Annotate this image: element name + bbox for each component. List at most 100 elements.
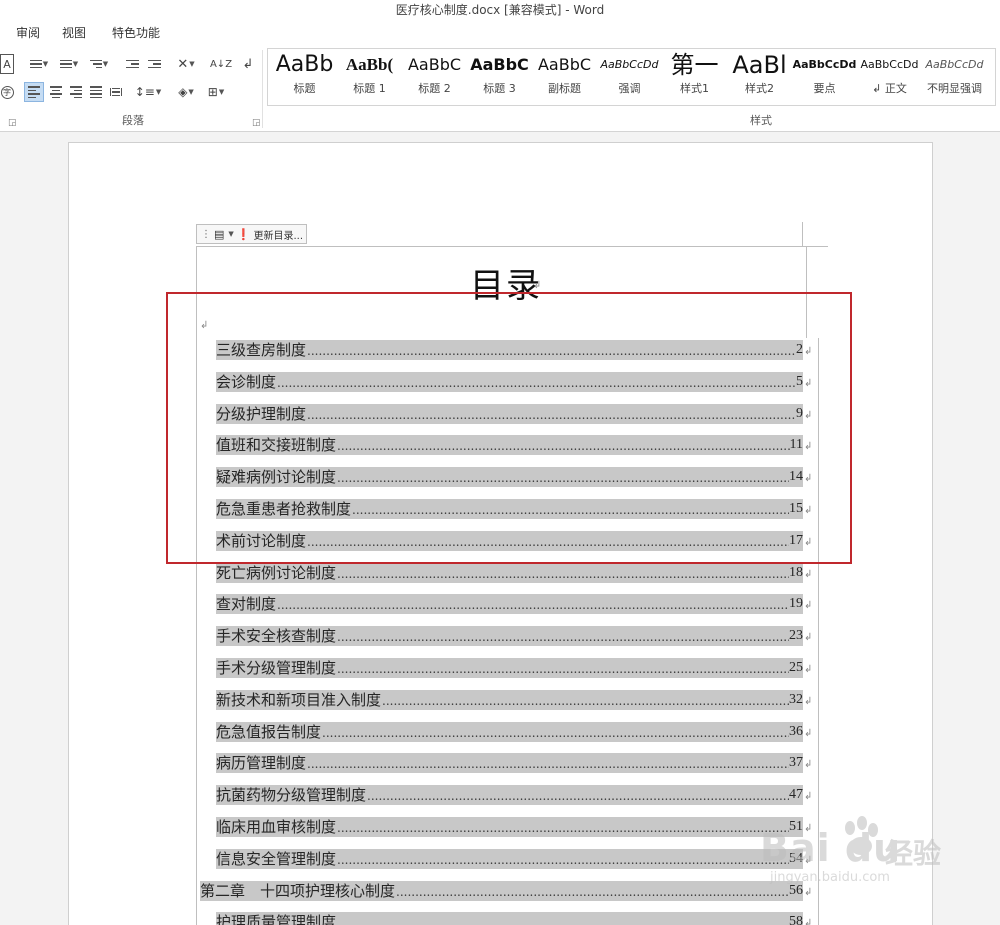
toc-entry[interactable]: 护理质量管理制度................................…: [216, 912, 803, 925]
shading-button[interactable]: ◈ ▼: [172, 82, 200, 102]
styles-gallery: AaBb 标题 AaBb( 标题 1 AaBbC 标题 2 AaBbC 标题 3…: [267, 48, 996, 106]
tab-special-features[interactable]: 特色功能: [112, 24, 160, 41]
increase-indent-button[interactable]: [146, 54, 162, 74]
update-toc-button[interactable]: 更新目录...: [254, 227, 304, 242]
multilevel-list-icon: [89, 59, 102, 69]
group-label-paragraph: 段落: [122, 114, 144, 127]
toc-entry-page: 18: [789, 564, 803, 580]
style-normal[interactable]: AaBbCcDd ↲ 正文: [857, 49, 922, 105]
borders-button[interactable]: ⊞ ▼: [202, 82, 230, 102]
toc-entry-title: 危急值报告制度: [216, 722, 322, 741]
toc-entry[interactable]: 临床用血审核制度................................…: [216, 817, 803, 837]
toc-entry[interactable]: 危急值报告制度.................................…: [216, 721, 803, 742]
tab-review[interactable]: 审阅: [16, 24, 40, 41]
multilevel-list-button[interactable]: ▼: [86, 54, 112, 74]
align-right-button[interactable]: [66, 82, 86, 102]
style-emphasis[interactable]: AaBbCcDd 强调: [597, 49, 662, 105]
toc-dot-leader: ........................................…: [367, 789, 789, 804]
toc-entry[interactable]: 手术分级管理制度................................…: [216, 658, 803, 678]
align-right-icon: [70, 86, 82, 98]
toc-dot-leader: ........................................…: [337, 821, 789, 835]
paragraph-mark-icon: ↲: [804, 568, 813, 580]
distributed-icon: [110, 87, 122, 97]
toc-entry[interactable]: 死亡病例讨论制度................................…: [216, 562, 803, 583]
toc-entry-title: 手术分级管理制度: [216, 659, 337, 677]
toc-menu-icon[interactable]: ▤: [214, 228, 224, 241]
align-center-button[interactable]: [46, 82, 66, 102]
paragraph-mark-icon: ↲: [804, 918, 813, 925]
toc-chapter-entry[interactable]: 第二章 十四项护理核心制度...........................…: [200, 880, 803, 901]
toc-entry-title: 护理质量管理制度: [216, 913, 337, 925]
line-spacing-icon: ↕≡: [134, 85, 155, 99]
window-title: 医疗核心制度.docx [兼容模式] - Word: [0, 0, 1000, 20]
toc-entry-title: 病历管理制度: [216, 754, 307, 773]
toc-entry-title: 新技术和新项目准入制度: [216, 690, 382, 709]
style-style2[interactable]: AaBl 样式2: [727, 49, 792, 105]
style-heading-2[interactable]: AaBbC 标题 2: [402, 49, 467, 105]
watermark-url: jingyan.baidu.com: [770, 870, 890, 885]
line-spacing-button[interactable]: ↕≡ ▼: [134, 82, 162, 102]
toc-entry-page: 58: [789, 914, 803, 925]
distributed-button[interactable]: [106, 82, 126, 102]
toc-entry[interactable]: 手术安全核查制度................................…: [216, 626, 803, 647]
toc-dot-leader: ........................................…: [307, 757, 789, 772]
toc-entry[interactable]: 新技术和新项目准入制度.............................…: [216, 689, 803, 710]
toc-entry-title: 信息安全管理制度: [216, 849, 337, 868]
toc-dot-leader: ........................................…: [337, 630, 789, 645]
justify-button[interactable]: [86, 82, 106, 102]
toc-entry[interactable]: 信息安全管理制度................................…: [216, 848, 803, 869]
toc-content-control-toolbar[interactable]: ⋮ ▤ ▼ ❗ 更新目录...: [196, 224, 307, 244]
style-title[interactable]: AaBb 标题: [272, 49, 337, 105]
paragraph-mark-icon: ↲: [804, 727, 813, 739]
ribbon-tabs: 审阅 视图 特色功能: [0, 20, 1000, 44]
toc-entry-page: 36: [789, 723, 803, 739]
style-subtitle[interactable]: AaBbC 副标题: [532, 49, 597, 105]
tab-view[interactable]: 视图: [62, 24, 86, 41]
toc-dot-leader: ........................................…: [337, 916, 789, 925]
paragraph-mark-icon: ↲: [804, 695, 813, 707]
toc-entry-page: 25: [789, 660, 803, 675]
toc-entry-title: 第二章 十四项护理核心制度: [200, 881, 396, 900]
numbering-button[interactable]: ▼: [56, 54, 82, 74]
toc-entry[interactable]: 病历管理制度..................................…: [216, 753, 803, 774]
align-center-icon: [50, 86, 62, 98]
bullets-button[interactable]: ▼: [26, 54, 52, 74]
character-border-icon[interactable]: A: [0, 54, 14, 74]
chinese-layout-icon: ✕: [177, 56, 189, 72]
style-style1[interactable]: 第一 样式1: [662, 49, 727, 105]
toc-entry-title: 死亡病例讨论制度: [216, 563, 337, 582]
align-left-button[interactable]: [24, 82, 44, 102]
decrease-indent-button[interactable]: [124, 54, 140, 74]
paragraph-mark-icon: ↲: [804, 600, 813, 612]
font-dialog-launcher-icon[interactable]: ◲: [8, 118, 17, 128]
toc-entry-title: 手术安全核查制度: [216, 627, 337, 646]
drag-handle-icon[interactable]: ⋮: [201, 229, 211, 240]
toc-dot-leader: ........................................…: [337, 852, 789, 867]
show-marks-icon[interactable]: ↲: [240, 54, 256, 74]
style-heading-1[interactable]: AaBb( 标题 1: [337, 49, 402, 105]
toc-dot-leader: ........................................…: [337, 662, 789, 676]
align-left-icon: [28, 86, 40, 98]
toc-entry-page: 37: [789, 755, 803, 771]
toc-entry-title: 临床用血审核制度: [216, 818, 337, 836]
paint-bucket-icon: ◈: [178, 85, 188, 99]
paragraph-mark-icon: ↲: [804, 791, 813, 803]
update-toc-icon: ❗: [236, 227, 251, 241]
paragraph-dialog-launcher-icon[interactable]: ◲: [252, 118, 261, 128]
paragraph-mark-icon: ↲: [804, 664, 813, 675]
toc-entry-page: 19: [789, 596, 803, 612]
toc-entry[interactable]: 查对制度....................................…: [216, 594, 803, 615]
paw-icon: [845, 816, 878, 855]
style-subtle-emphasis[interactable]: AaBbCcDd 不明显强调: [922, 49, 987, 105]
borders-icon: ⊞: [207, 85, 218, 99]
style-heading-3[interactable]: AaBbC 标题 3: [467, 49, 532, 105]
watermark-brand: 经验: [885, 837, 942, 870]
toc-dot-leader: ........................................…: [277, 598, 789, 613]
justify-icon: [90, 86, 102, 98]
toc-dot-leader: ........................................…: [337, 566, 789, 581]
enclose-characters-icon[interactable]: 字: [0, 82, 14, 102]
toc-entry[interactable]: 抗菌药物分级管理制度..............................…: [216, 785, 803, 806]
sort-button[interactable]: A↓Z: [210, 54, 232, 74]
chinese-layout-button[interactable]: ✕ ▼: [172, 54, 200, 74]
style-key-point[interactable]: AaBbCcDd 要点: [792, 49, 857, 105]
